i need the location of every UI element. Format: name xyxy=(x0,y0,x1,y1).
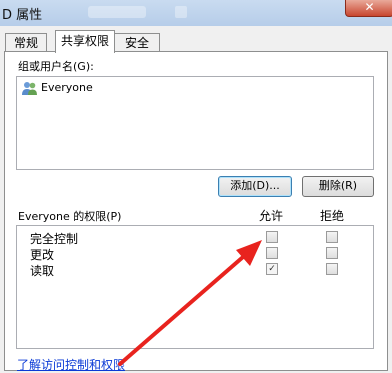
title-bar: D 属性 ✕ xyxy=(0,0,392,27)
users-listbox[interactable]: Everyone xyxy=(16,76,374,170)
deny-checkbox-full-control[interactable] xyxy=(326,231,338,243)
tab-sharing-permissions[interactable]: 共享权限 xyxy=(55,30,115,53)
add-button[interactable]: 添加(D)... xyxy=(218,176,292,197)
tab-label: 安全 xyxy=(124,36,149,50)
allow-header: 允许 xyxy=(259,209,284,223)
tab-security[interactable]: 安全 xyxy=(114,33,160,52)
close-button[interactable]: ✕ xyxy=(345,0,392,17)
user-name: Everyone xyxy=(41,81,93,94)
tab-general[interactable]: 常规 xyxy=(5,33,47,52)
list-item[interactable]: Everyone xyxy=(19,79,369,97)
title-decoration xyxy=(88,6,146,18)
help-link[interactable]: 了解访问控制和权限 xyxy=(17,356,125,373)
window-title: D 属性 xyxy=(2,8,43,23)
deny-header: 拒绝 xyxy=(320,209,345,223)
add-button-label: 添加(D)... xyxy=(230,179,280,192)
tab-label: 共享权限 xyxy=(60,34,109,48)
permissions-label: Everyone 的权限(P) xyxy=(18,210,122,223)
users-label: 组或用户名(G): xyxy=(18,60,94,73)
allow-checkbox-read[interactable]: ✓ xyxy=(266,263,278,275)
allow-checkbox-full-control[interactable] xyxy=(266,231,278,243)
permission-name: 读取 xyxy=(30,264,55,278)
permission-name: 完全控制 xyxy=(30,232,79,246)
tab-label: 常规 xyxy=(13,36,38,50)
deny-checkbox-change[interactable] xyxy=(326,247,338,259)
permission-name: 更改 xyxy=(30,248,55,262)
checkmark-icon: ✓ xyxy=(268,264,276,274)
users-group-icon xyxy=(22,80,38,99)
title-decoration xyxy=(175,6,187,18)
allow-checkbox-change[interactable] xyxy=(266,247,278,259)
permissions-list: 完全控制 更改 读取 ✓ xyxy=(16,225,374,349)
remove-button[interactable]: 删除(R) xyxy=(302,176,374,197)
deny-checkbox-read[interactable] xyxy=(326,263,338,275)
close-icon: ✕ xyxy=(364,0,375,14)
remove-button-label: 删除(R) xyxy=(318,179,358,192)
